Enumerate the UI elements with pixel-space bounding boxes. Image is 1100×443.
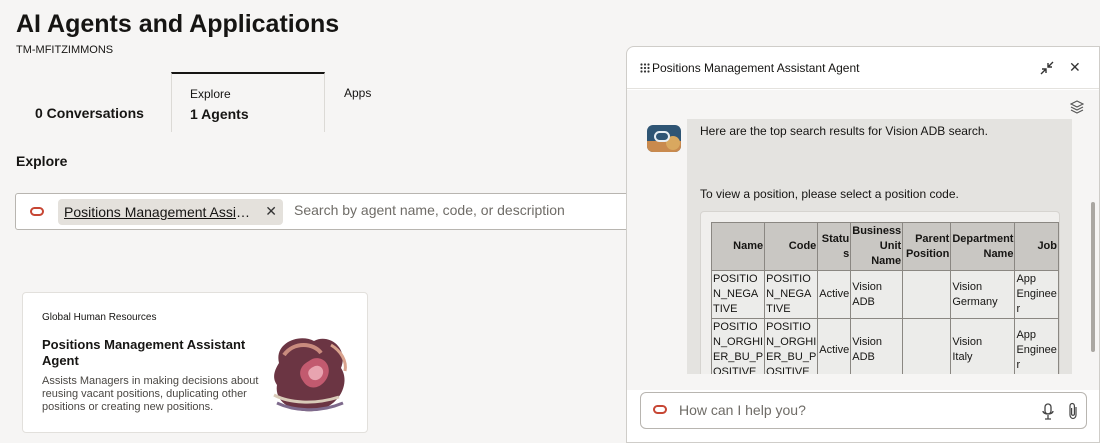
column-header: Department Name [950, 222, 1016, 271]
column-header: Code [764, 222, 819, 271]
column-header: Status [817, 222, 852, 271]
close-icon[interactable]: ✕ [265, 203, 277, 220]
table-cell: Vision ADB [850, 270, 904, 319]
page-title: AI Agents and Applications [16, 10, 340, 38]
chat-panel-title: Positions Management Assistant Agent [652, 61, 860, 75]
position-code-link[interactable]: POSITIO N_ORGHI ER_BU_P OSITIVE [764, 318, 819, 374]
agent-card-title: Positions Management Assistant Agent [42, 337, 246, 368]
table-row: POSITIO N_ORGHI ER_BU_P OSITIVE POSITIO … [710, 318, 1059, 374]
column-header: Job [1014, 222, 1059, 271]
table-cell: Vision Italy [950, 318, 1016, 374]
filter-chip[interactable]: Positions Management Assistant Agent ✕ [58, 199, 283, 225]
tab-apps-label: Apps [344, 86, 372, 100]
chat-panel: Positions Management Assistant Agent ✕ H… [626, 46, 1100, 443]
oracle-logo-icon [653, 405, 667, 414]
table-cell: Vision Germany [950, 270, 1016, 319]
section-title: Explore [16, 153, 68, 169]
agent-message: Here are the top search results for Visi… [687, 119, 1072, 374]
chat-scrollbar-thumb[interactable] [1091, 202, 1095, 352]
table-cell [902, 318, 952, 374]
filter-chip-label: Positions Management Assistant Agent [64, 204, 254, 220]
tab-explore-count: 1 Agents [190, 106, 249, 122]
layers-icon[interactable] [1070, 100, 1084, 114]
results-table: Name Code Status Business Unit Name Pare… [710, 222, 1059, 374]
chat-composer[interactable] [640, 392, 1087, 429]
table-row: POSITIO N_NEGA TIVE POSITIO N_NEGA TIVE … [710, 270, 1059, 319]
minimize-icon[interactable] [1039, 60, 1055, 76]
agent-illustration-icon [273, 338, 347, 412]
tab-explore[interactable]: Explore 1 Agents [171, 72, 325, 132]
chat-scrollbar[interactable] [1089, 162, 1097, 387]
tab-explore-label: Explore [190, 87, 231, 101]
table-cell: App Enginee r [1014, 270, 1059, 319]
message-text: Here are the top search results for Visi… [700, 124, 988, 138]
position-code-link[interactable]: POSITIO N_NEGA TIVE [764, 270, 819, 319]
message-text: To view a position, please select a posi… [700, 187, 959, 201]
agent-card-category: Global Human Resources [42, 312, 157, 323]
chat-input[interactable] [679, 402, 1019, 418]
table-cell: Vision ADB [850, 318, 904, 374]
column-header: Parent Position [902, 222, 952, 271]
oracle-logo-icon [30, 207, 44, 216]
table-cell [902, 270, 952, 319]
table-cell: Active [817, 270, 852, 319]
position-name-link[interactable]: POSITIO N_ORGHI ER_BU_P OSITIVE [710, 318, 766, 374]
tab-conversations[interactable]: 0 Conversations [17, 72, 170, 132]
column-header: Name [710, 222, 766, 271]
chat-panel-header: Positions Management Assistant Agent ✕ [627, 47, 1099, 89]
agent-search-bar[interactable]: Positions Management Assistant Agent ✕ [15, 193, 655, 230]
table-cell: App Enginee r [1014, 318, 1059, 374]
close-icon[interactable]: ✕ [1069, 59, 1081, 76]
grid-icon[interactable] [640, 63, 650, 73]
paperclip-icon[interactable] [1066, 402, 1080, 420]
page-subtitle: TM-MFITZIMMONS [16, 44, 114, 56]
tab-conversations-count: 0 Conversations [35, 105, 144, 121]
results-table-container: Name Code Status Business Unit Name Pare… [700, 211, 1060, 374]
table-cell: Active [817, 318, 852, 374]
agent-card[interactable]: Global Human Resources Positions Managem… [22, 292, 368, 433]
mic-icon[interactable] [1041, 403, 1055, 420]
agent-avatar [647, 125, 681, 152]
search-input[interactable] [294, 202, 634, 218]
column-header: Business Unit Name [850, 222, 904, 271]
position-name-link[interactable]: POSITIO N_NEGA TIVE [710, 270, 766, 319]
agent-card-description: Assists Managers in making decisions abo… [42, 375, 259, 413]
tab-apps[interactable]: Apps [326, 72, 476, 132]
